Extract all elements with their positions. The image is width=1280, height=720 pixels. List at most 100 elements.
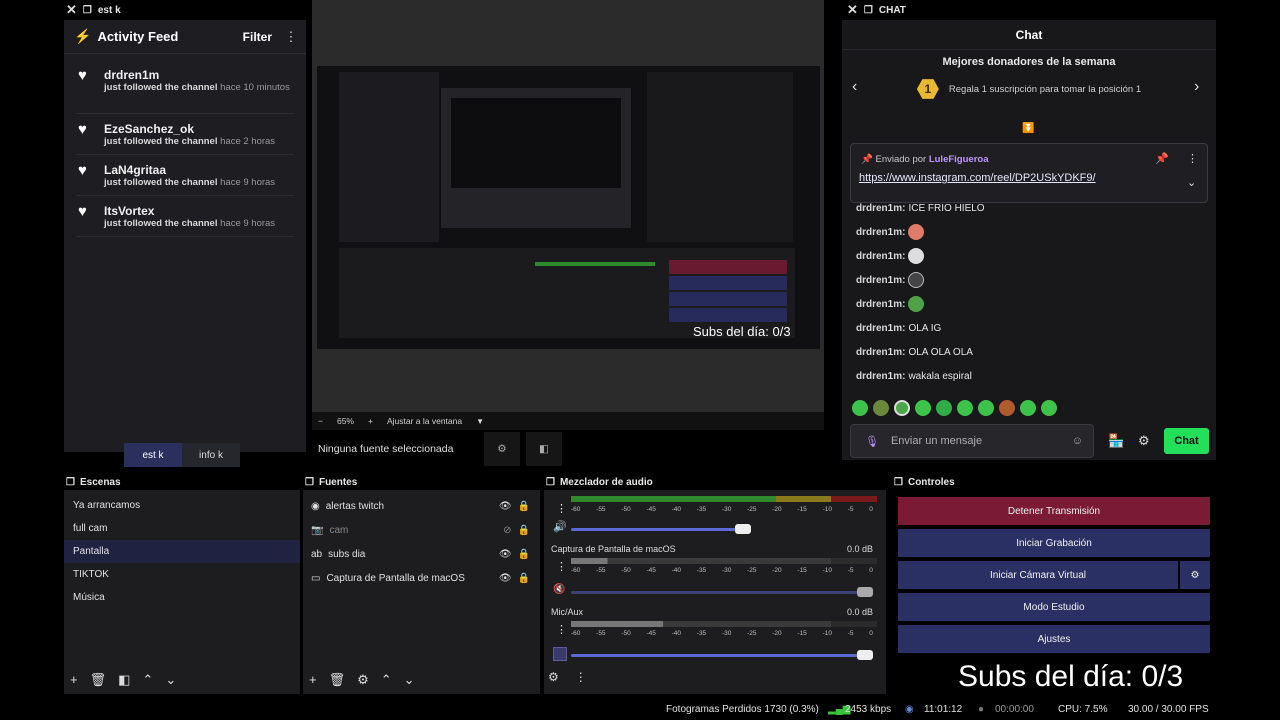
undock-icon[interactable]: ❐ xyxy=(894,477,903,488)
emote-icon[interactable] xyxy=(915,400,931,416)
studio-mode-button[interactable]: Modo Estudio xyxy=(898,593,1210,621)
undock-icon[interactable]: ❐ xyxy=(66,477,75,488)
emote-icon[interactable] xyxy=(936,400,952,416)
chat-user[interactable]: drdren1m: xyxy=(856,275,905,286)
chat-send-button[interactable]: Chat xyxy=(1164,428,1209,454)
virtual-cam-button[interactable]: Iniciar Cámara Virtual xyxy=(898,561,1178,589)
chevron-down-icon[interactable]: ▼ xyxy=(476,417,484,426)
source-item[interactable]: ◉ alertas twitch 👁 🔒 xyxy=(303,494,540,518)
more-options-icon[interactable]: ⋮ xyxy=(556,502,567,515)
emote-icon[interactable] xyxy=(957,400,973,416)
more-options-icon[interactable]: ⋮ xyxy=(575,670,587,684)
scene-item-selected[interactable]: Pantalla xyxy=(64,540,300,563)
lock-icon[interactable]: 🔒 xyxy=(518,501,530,512)
volume-slider[interactable] xyxy=(571,591,866,594)
emote-icon[interactable] xyxy=(1020,400,1036,416)
activity-item[interactable]: ♥ EzeSanchez_ok just followed the channe… xyxy=(64,114,306,154)
stop-stream-button[interactable]: Detener Transmisión xyxy=(898,497,1210,525)
eye-icon[interactable]: 👁 xyxy=(499,501,512,512)
unpin-icon[interactable]: 📌 xyxy=(1155,152,1169,165)
gear-icon[interactable]: ⚙ xyxy=(1138,433,1150,449)
speaker-muted-icon[interactable] xyxy=(553,647,567,661)
chat-input[interactable]: 🎙 Enviar un mensaje ☺ xyxy=(850,424,1094,458)
source-item[interactable]: 📷 cam ⊘ 🔒 xyxy=(303,518,540,542)
advanced-audio-icon[interactable]: ⚙ xyxy=(548,670,559,684)
collapse-icon[interactable]: ⏬ xyxy=(1022,123,1034,134)
lock-icon[interactable]: 🔒 xyxy=(518,573,530,584)
scene-item[interactable]: full cam xyxy=(64,517,300,540)
emoji-icon[interactable]: ☺ xyxy=(1072,435,1083,447)
virtual-cam-settings-gear-icon[interactable]: ⚙ xyxy=(1180,561,1210,589)
speaker-icon[interactable]: 🔊 xyxy=(553,520,567,533)
tab-info-k[interactable]: info k xyxy=(182,443,240,467)
gear-icon[interactable]: ⚙ xyxy=(357,672,369,688)
emote-icon[interactable] xyxy=(1041,400,1057,416)
chat-user[interactable]: drdren1m: xyxy=(856,371,905,382)
scene-item[interactable]: Ya arrancamos xyxy=(64,494,300,517)
filters-icon[interactable]: ◧ xyxy=(526,432,562,466)
source-item[interactable]: ▭ Captura de Pantalla de macOS 👁 🔒 xyxy=(303,566,540,590)
more-options-icon[interactable]: ⋮ xyxy=(556,560,567,573)
slider-handle[interactable] xyxy=(857,650,873,660)
emote-icon[interactable] xyxy=(873,400,889,416)
filters-icon[interactable]: ◧ xyxy=(118,672,130,688)
more-options-icon[interactable]: ⋮ xyxy=(1187,152,1198,165)
lock-icon[interactable]: 🔒 xyxy=(518,549,530,560)
chevron-down-icon[interactable]: ⌄ xyxy=(1187,176,1196,189)
store-icon[interactable]: 🏪 xyxy=(1108,433,1124,449)
chat-user[interactable]: drdren1m: xyxy=(856,251,905,262)
filter-button[interactable]: Filter xyxy=(243,30,272,44)
start-record-button[interactable]: Iniciar Grabación xyxy=(898,529,1210,557)
add-icon[interactable]: + xyxy=(309,672,317,688)
source-item[interactable]: ab subs dia 👁 🔒 xyxy=(303,542,540,566)
volume-slider[interactable] xyxy=(571,654,866,657)
chat-user[interactable]: drdren1m: xyxy=(856,203,905,214)
eye-icon[interactable]: 👁 xyxy=(499,549,512,560)
activity-item[interactable]: ♥ LaN4gritaa just followed the channel h… xyxy=(64,155,306,195)
trash-icon[interactable]: 🗑 xyxy=(90,672,107,688)
zoom-out-button[interactable]: − xyxy=(318,416,323,426)
add-icon[interactable]: + xyxy=(70,672,78,688)
trash-icon[interactable]: 🗑 xyxy=(329,672,346,688)
undock-icon[interactable]: ❐ xyxy=(546,477,555,488)
chat-user[interactable]: drdren1m: xyxy=(856,347,905,358)
eye-icon[interactable]: 👁 xyxy=(499,573,512,584)
settings-button[interactable]: Ajustes xyxy=(898,625,1210,653)
undock-icon[interactable]: ❐ xyxy=(305,477,314,488)
zoom-in-button[interactable]: + xyxy=(368,416,373,426)
chevron-right-icon[interactable]: › xyxy=(1194,78,1199,96)
eye-hidden-icon[interactable]: ⊘ xyxy=(503,525,511,536)
close-icon[interactable]: ✕ xyxy=(847,2,858,18)
more-options-icon[interactable]: ⋮ xyxy=(285,29,298,45)
undock-icon[interactable]: ❐ xyxy=(83,5,92,16)
emote-icon[interactable] xyxy=(894,400,910,416)
arrow-up-icon[interactable]: ⌃ xyxy=(381,672,392,688)
volume-slider[interactable] xyxy=(571,528,746,531)
scene-item[interactable]: Música xyxy=(64,586,300,609)
close-icon[interactable]: ✕ xyxy=(66,2,77,18)
pinned-user[interactable]: LuleFigueroa xyxy=(929,154,989,165)
chat-user[interactable]: drdren1m: xyxy=(856,323,905,334)
speaker-muted-icon[interactable]: 🔇 xyxy=(553,584,565,595)
slider-handle[interactable] xyxy=(735,524,751,534)
fit-window-select[interactable]: Ajustar a la ventana xyxy=(387,416,462,426)
pinned-message[interactable]: 📌 Enviado por LuleFigueroa https://www.i… xyxy=(850,143,1208,203)
lock-icon[interactable]: 🔒 xyxy=(518,525,530,536)
slider-handle[interactable] xyxy=(857,587,873,597)
arrow-down-icon[interactable]: ⌄ xyxy=(165,672,176,688)
emote-icon[interactable] xyxy=(978,400,994,416)
tab-est-k[interactable]: est k xyxy=(124,443,182,467)
arrow-up-icon[interactable]: ⌃ xyxy=(142,672,153,688)
more-options-icon[interactable]: ⋮ xyxy=(556,623,567,636)
activity-item[interactable]: ♥ ItsVortex just followed the channel ha… xyxy=(64,196,306,236)
chat-user[interactable]: drdren1m: xyxy=(856,299,905,310)
pinned-link[interactable]: https://www.instagram.com/reel/DP2USkYDK… xyxy=(851,165,1207,184)
emote-icon[interactable] xyxy=(852,400,868,416)
chevron-left-icon[interactable]: ‹ xyxy=(852,78,857,96)
arrow-down-icon[interactable]: ⌄ xyxy=(404,672,415,688)
gear-icon[interactable]: ⚙ xyxy=(484,432,520,466)
emote-icon[interactable] xyxy=(999,400,1015,416)
scene-item[interactable]: TIKTOK xyxy=(64,563,300,586)
activity-item[interactable]: ♥ drdren1m just followed the channel hac… xyxy=(64,60,306,113)
undock-icon[interactable]: ❐ xyxy=(864,5,873,16)
